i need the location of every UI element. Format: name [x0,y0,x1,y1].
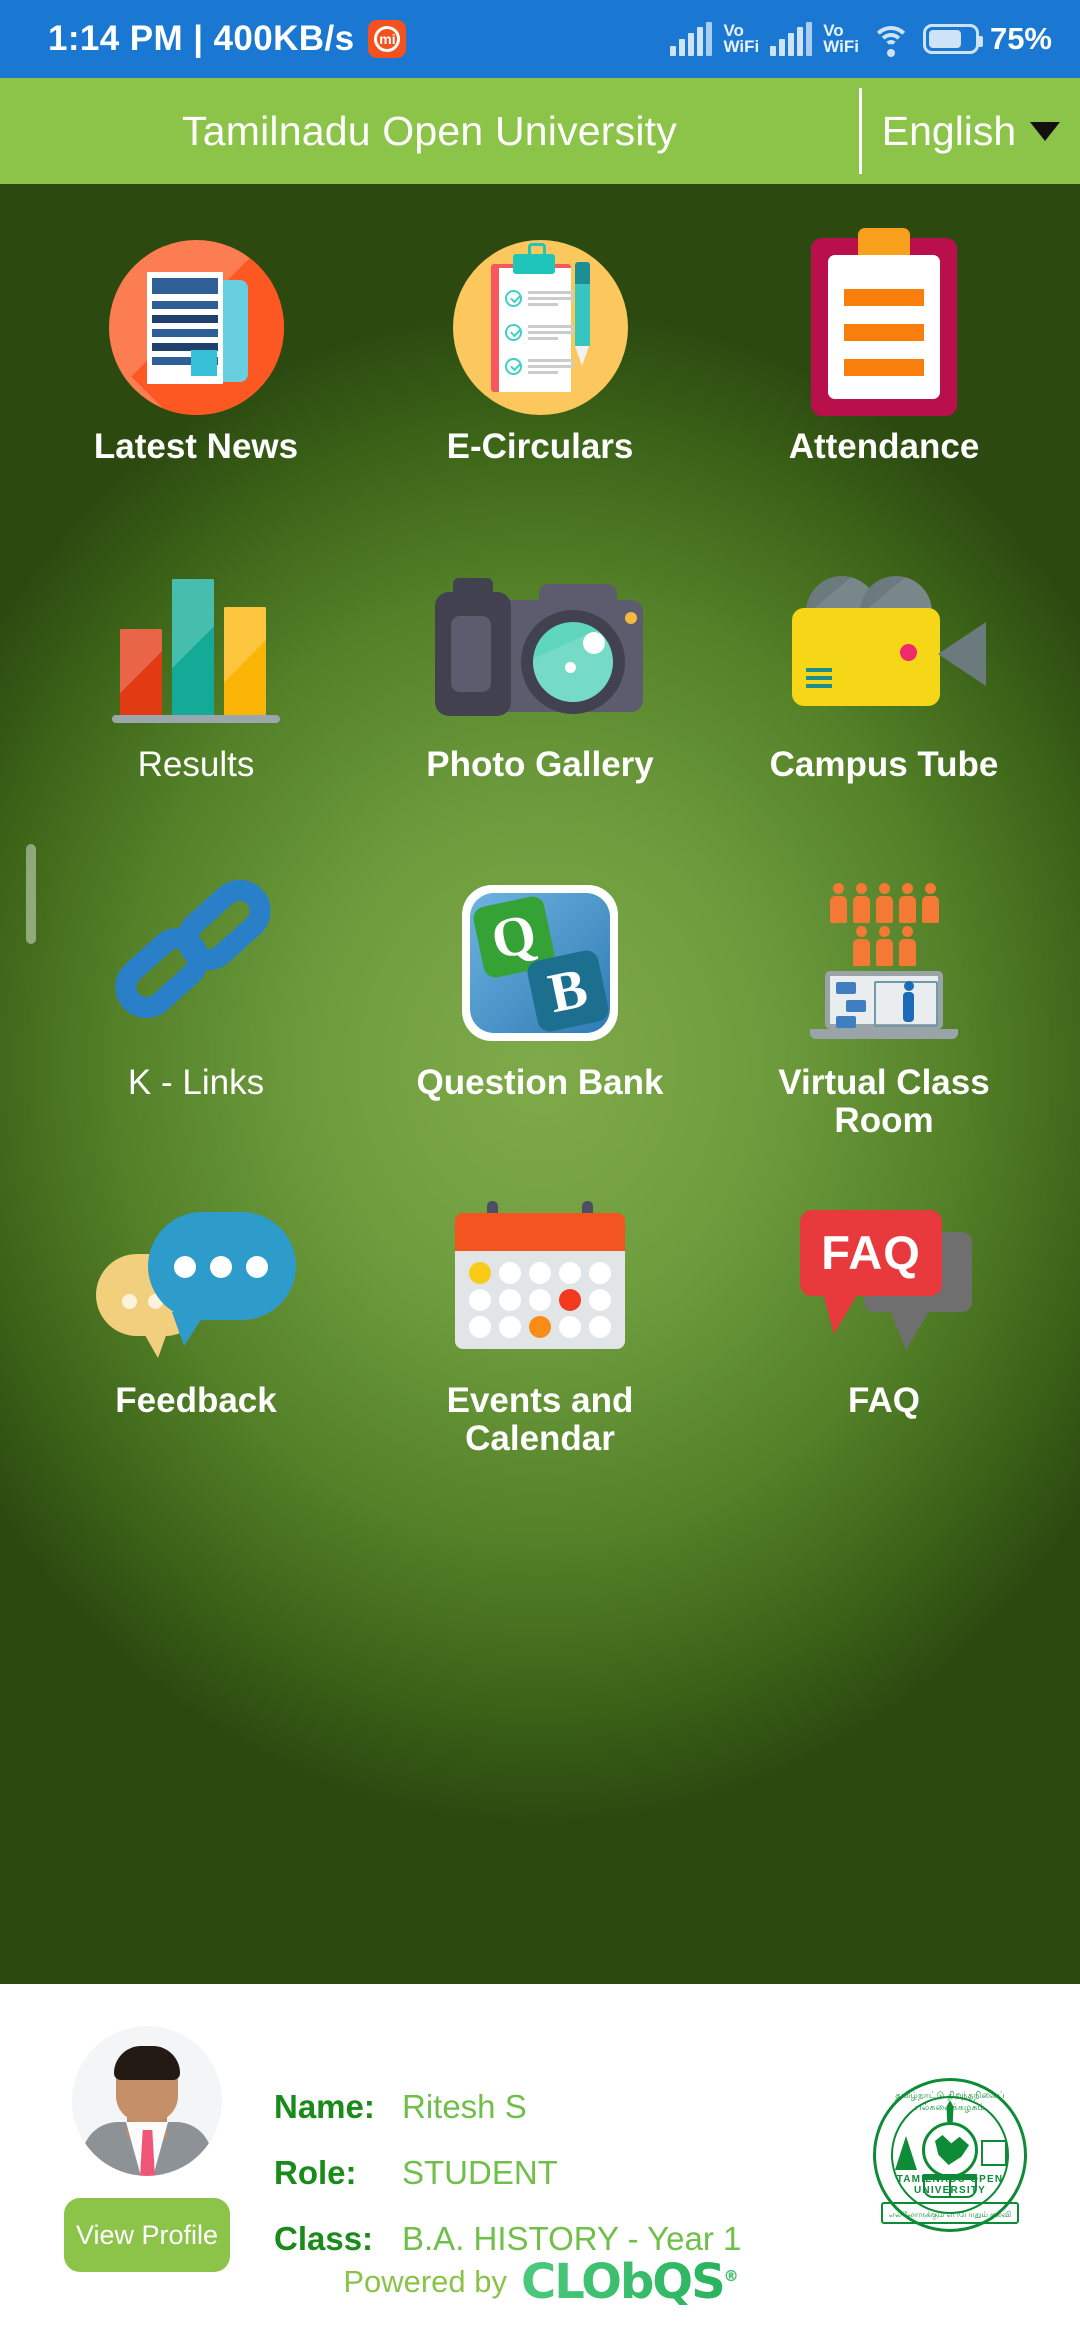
main-content: Latest News E-Circulars Attendance Resul… [0,184,1080,1984]
name-label: Name: [274,2088,375,2125]
video-camera-icon [712,550,1056,740]
powered-by: Powered by CLObQS® [0,2254,1080,2310]
role-value: STUDENT [402,2154,558,2191]
vowifi-label-2: Vo WiFi [823,22,859,56]
status-bar-right: Vo WiFi Vo WiFi 75% [670,21,1052,57]
class-label: Class: [274,2220,374,2257]
faq-badge-text: FAQ [800,1210,942,1334]
tile-attendance[interactable]: Attendance [712,214,1056,532]
tile-label: Events and Calendar [446,1381,634,1458]
calendar-icon [368,1186,712,1376]
attendance-clipboard-icon [712,228,1056,422]
tile-label: Campus Tube [769,745,999,784]
virtual-classroom-icon [712,868,1056,1058]
tile-question-bank[interactable]: Q B Question Bank [368,850,712,1168]
newspaper-icon [24,232,368,422]
speech-bubbles-icon [24,1186,368,1376]
info-row-name: Name: Ritesh S [274,2088,850,2126]
tile-label: Results [137,745,255,784]
class-value: B.A. HISTORY - Year 1 [402,2220,742,2257]
battery-percent: 75% [989,21,1052,56]
faq-bubble-icon: FAQ [712,1186,1056,1376]
wifi-icon [870,22,912,57]
tile-label: Feedback [115,1381,277,1420]
battery-icon [922,24,983,54]
clobas-logo: CLObQS® [521,2254,739,2310]
vowifi-bottom-1: WiFi [723,37,760,56]
registered-mark: ® [723,2267,739,2285]
mi-app-icon: mi [368,20,407,58]
vowifi-bottom-2: WiFi [823,37,859,56]
name-value: Ritesh S [402,2088,527,2125]
tile-label: Latest News [93,427,299,466]
signal-bars-icon-2 [770,22,813,56]
info-row-class: Class: B.A. HISTORY - Year 1 [274,2220,850,2258]
tile-campus-tube[interactable]: Campus Tube [712,532,1056,850]
clobas-wordmark: CLObQS [521,2254,724,2310]
tile-label: Question Bank [416,1063,664,1102]
seal-motto: எல்லோருக்கும் எப்போதும் கல்வி [888,2210,1012,2219]
app-header: Tamilnadu Open University English [0,78,1080,184]
university-seal-icon: தமிழ்நாட்டு திறந்தநிலைப் பல்கலைக்கழகம் T… [869,2074,1031,2236]
mi-label: mi [379,31,396,47]
info-row-role: Role: STUDENT [274,2154,850,2192]
tile-virtual-class-room[interactable]: Virtual Class Room [712,850,1056,1168]
app-tile-grid: Latest News E-Circulars Attendance Resul… [0,184,1080,1486]
tile-e-circulars[interactable]: E-Circulars [368,214,712,532]
camera-icon [368,550,712,740]
status-bar: 1:14 PM | 400KB/s mi Vo WiFi Vo WiFi 75% [0,0,1080,78]
clipboard-checklist-icon [368,232,712,422]
tile-label: K - Links [127,1063,265,1102]
vowifi-label-1: Vo WiFi [723,22,760,56]
tile-label: FAQ [848,1381,920,1420]
avatar [72,2026,222,2176]
chevron-down-icon [1030,121,1061,141]
tile-results[interactable]: Results [24,532,368,850]
powered-by-label: Powered by [343,2264,508,2299]
bar-chart-icon [24,550,368,740]
status-bar-left: 1:14 PM | 400KB/s mi [48,19,407,59]
seal-bottom-text: TAMILNADU OPEN UNIVERSITY [896,2174,1004,2196]
profile-footer: View Profile Name: Ritesh S Role: STUDEN… [0,1984,1080,2340]
tile-feedback[interactable]: Feedback [24,1168,368,1486]
status-time: 1:14 PM [48,19,184,58]
tile-latest-news[interactable]: Latest News [24,214,368,532]
page-title: Tamilnadu Open University [182,107,677,154]
tile-events-and-calendar[interactable]: Events and Calendar [368,1168,712,1486]
scrollbar-thumb[interactable] [26,844,36,944]
qb-letter-b: B [525,948,610,1033]
signal-bars-icon-1 [670,22,713,56]
tile-photo-gallery[interactable]: Photo Gallery [368,532,712,850]
tile-label: Virtual Class Room [778,1063,990,1140]
language-selector[interactable]: English [862,108,1080,155]
network-speed: 400KB/s [213,19,355,58]
question-bank-icon: Q B [368,868,712,1058]
tile-label: E-Circulars [446,427,634,466]
role-label: Role: [274,2154,357,2191]
tile-label: Photo Gallery [426,745,654,784]
chain-link-icon [24,867,368,1058]
status-bar-clock-and-speed: 1:14 PM | 400KB/s [48,19,354,59]
tile-faq[interactable]: FAQ FAQ [712,1168,1056,1486]
tile-k-links[interactable]: K - Links [24,850,368,1168]
status-separator: | [193,19,204,58]
language-label: English [881,107,1017,154]
tile-label: Attendance [788,427,980,466]
